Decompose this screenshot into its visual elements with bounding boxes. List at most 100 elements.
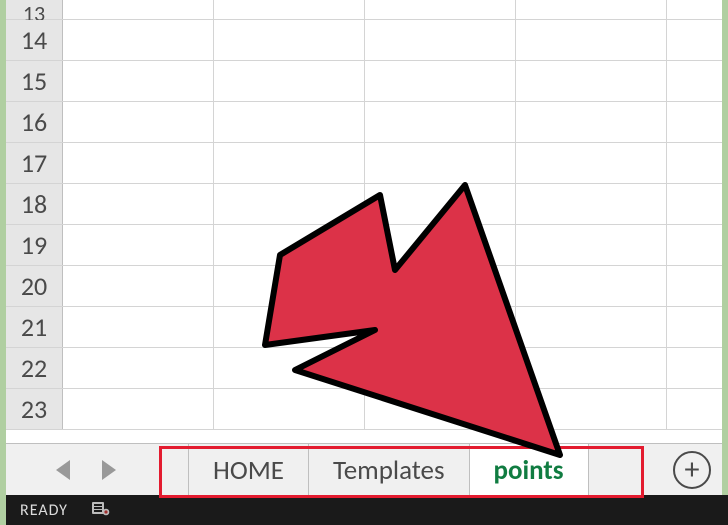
cell[interactable] xyxy=(365,61,516,101)
cell[interactable] xyxy=(214,389,365,429)
row-header[interactable]: 13 xyxy=(6,0,63,19)
cell[interactable] xyxy=(516,389,667,429)
sheet-nav-prev-icon[interactable] xyxy=(56,460,70,480)
sheet-nav-next-icon[interactable] xyxy=(102,460,116,480)
sheet-tab-home[interactable]: HOME xyxy=(188,444,309,496)
cell[interactable] xyxy=(667,184,722,224)
cell[interactable] xyxy=(365,307,516,347)
grid-row[interactable]: 21 xyxy=(6,307,722,348)
row-number: 22 xyxy=(21,352,47,384)
cell[interactable] xyxy=(63,184,214,224)
grid-row[interactable]: 22 xyxy=(6,348,722,389)
cell[interactable] xyxy=(214,143,365,183)
cell[interactable] xyxy=(516,143,667,183)
row-header[interactable]: 14 xyxy=(6,20,63,60)
grid-row[interactable]: 13 xyxy=(6,0,722,20)
excel-window: 13 14 15 16 17 18 19 xyxy=(6,0,722,525)
row-header[interactable]: 22 xyxy=(6,348,63,388)
cell[interactable] xyxy=(214,266,365,306)
sheet-tab-label: points xyxy=(494,454,564,487)
cell[interactable] xyxy=(214,348,365,388)
cell[interactable] xyxy=(516,20,667,60)
row-header[interactable]: 20 xyxy=(6,266,63,306)
grid-row[interactable]: 16 xyxy=(6,102,722,143)
cell[interactable] xyxy=(365,389,516,429)
cell[interactable] xyxy=(63,0,214,19)
row-number: 14 xyxy=(21,24,47,56)
cell[interactable] xyxy=(63,102,214,142)
cell[interactable] xyxy=(63,307,214,347)
cell[interactable] xyxy=(365,348,516,388)
row-header[interactable]: 18 xyxy=(6,184,63,224)
cell[interactable] xyxy=(365,225,516,265)
cell[interactable] xyxy=(667,0,722,19)
cell[interactable] xyxy=(214,20,365,60)
sheet-tab-strip: HOME Templates points + xyxy=(6,443,722,496)
cell[interactable] xyxy=(63,266,214,306)
cell[interactable] xyxy=(516,348,667,388)
row-header[interactable]: 23 xyxy=(6,389,63,429)
cell[interactable] xyxy=(667,225,722,265)
row-number: 15 xyxy=(21,65,47,97)
row-header[interactable]: 16 xyxy=(6,102,63,142)
grid-row[interactable]: 14 xyxy=(6,20,722,61)
sheet-nav-arrows xyxy=(6,444,146,496)
cell[interactable] xyxy=(516,184,667,224)
cell[interactable] xyxy=(63,20,214,60)
cell[interactable] xyxy=(365,0,516,19)
status-bar: READY xyxy=(6,495,728,525)
row-header[interactable]: 17 xyxy=(6,143,63,183)
cell[interactable] xyxy=(365,102,516,142)
row-header[interactable]: 19 xyxy=(6,225,63,265)
cell[interactable] xyxy=(214,61,365,101)
row-number: 23 xyxy=(21,393,47,425)
cell[interactable] xyxy=(365,20,516,60)
cell[interactable] xyxy=(516,307,667,347)
cell[interactable] xyxy=(516,61,667,101)
plus-icon: + xyxy=(673,451,711,489)
grid-row[interactable]: 15 xyxy=(6,61,722,102)
cell[interactable] xyxy=(667,143,722,183)
cell[interactable] xyxy=(63,225,214,265)
row-header[interactable]: 15 xyxy=(6,61,63,101)
cell[interactable] xyxy=(63,61,214,101)
cell[interactable] xyxy=(365,266,516,306)
cell[interactable] xyxy=(214,184,365,224)
cell[interactable] xyxy=(516,0,667,19)
macro-record-icon[interactable] xyxy=(92,500,110,521)
add-sheet-button[interactable]: + xyxy=(662,444,722,496)
row-number: 21 xyxy=(21,311,47,343)
cell[interactable] xyxy=(667,307,722,347)
cell[interactable] xyxy=(63,348,214,388)
sheet-tab-label: Templates xyxy=(333,454,445,487)
cell[interactable] xyxy=(667,348,722,388)
cell[interactable] xyxy=(214,307,365,347)
cell[interactable] xyxy=(365,184,516,224)
cell[interactable] xyxy=(667,266,722,306)
row-header[interactable]: 21 xyxy=(6,307,63,347)
row-number: 17 xyxy=(21,147,47,179)
cell[interactable] xyxy=(667,102,722,142)
grid-row[interactable]: 18 xyxy=(6,184,722,225)
sheet-tab-points[interactable]: points xyxy=(470,444,589,496)
sheet-tab-label: HOME xyxy=(213,454,284,487)
cell[interactable] xyxy=(214,0,365,19)
cell[interactable] xyxy=(516,225,667,265)
cell[interactable] xyxy=(516,266,667,306)
grid-row[interactable]: 19 xyxy=(6,225,722,266)
grid-row[interactable]: 23 xyxy=(6,389,722,430)
cell[interactable] xyxy=(667,61,722,101)
spreadsheet-grid[interactable]: 13 14 15 16 17 18 19 xyxy=(6,0,722,443)
cell[interactable] xyxy=(365,143,516,183)
grid-row[interactable]: 17 xyxy=(6,143,722,184)
cell[interactable] xyxy=(214,225,365,265)
grid-row[interactable]: 20 xyxy=(6,266,722,307)
cell[interactable] xyxy=(516,102,667,142)
sheet-tab-templates[interactable]: Templates xyxy=(309,444,470,496)
cell[interactable] xyxy=(667,20,722,60)
cell[interactable] xyxy=(63,143,214,183)
row-number: 19 xyxy=(21,229,47,261)
cell[interactable] xyxy=(63,389,214,429)
cell[interactable] xyxy=(667,389,722,429)
cell[interactable] xyxy=(214,102,365,142)
